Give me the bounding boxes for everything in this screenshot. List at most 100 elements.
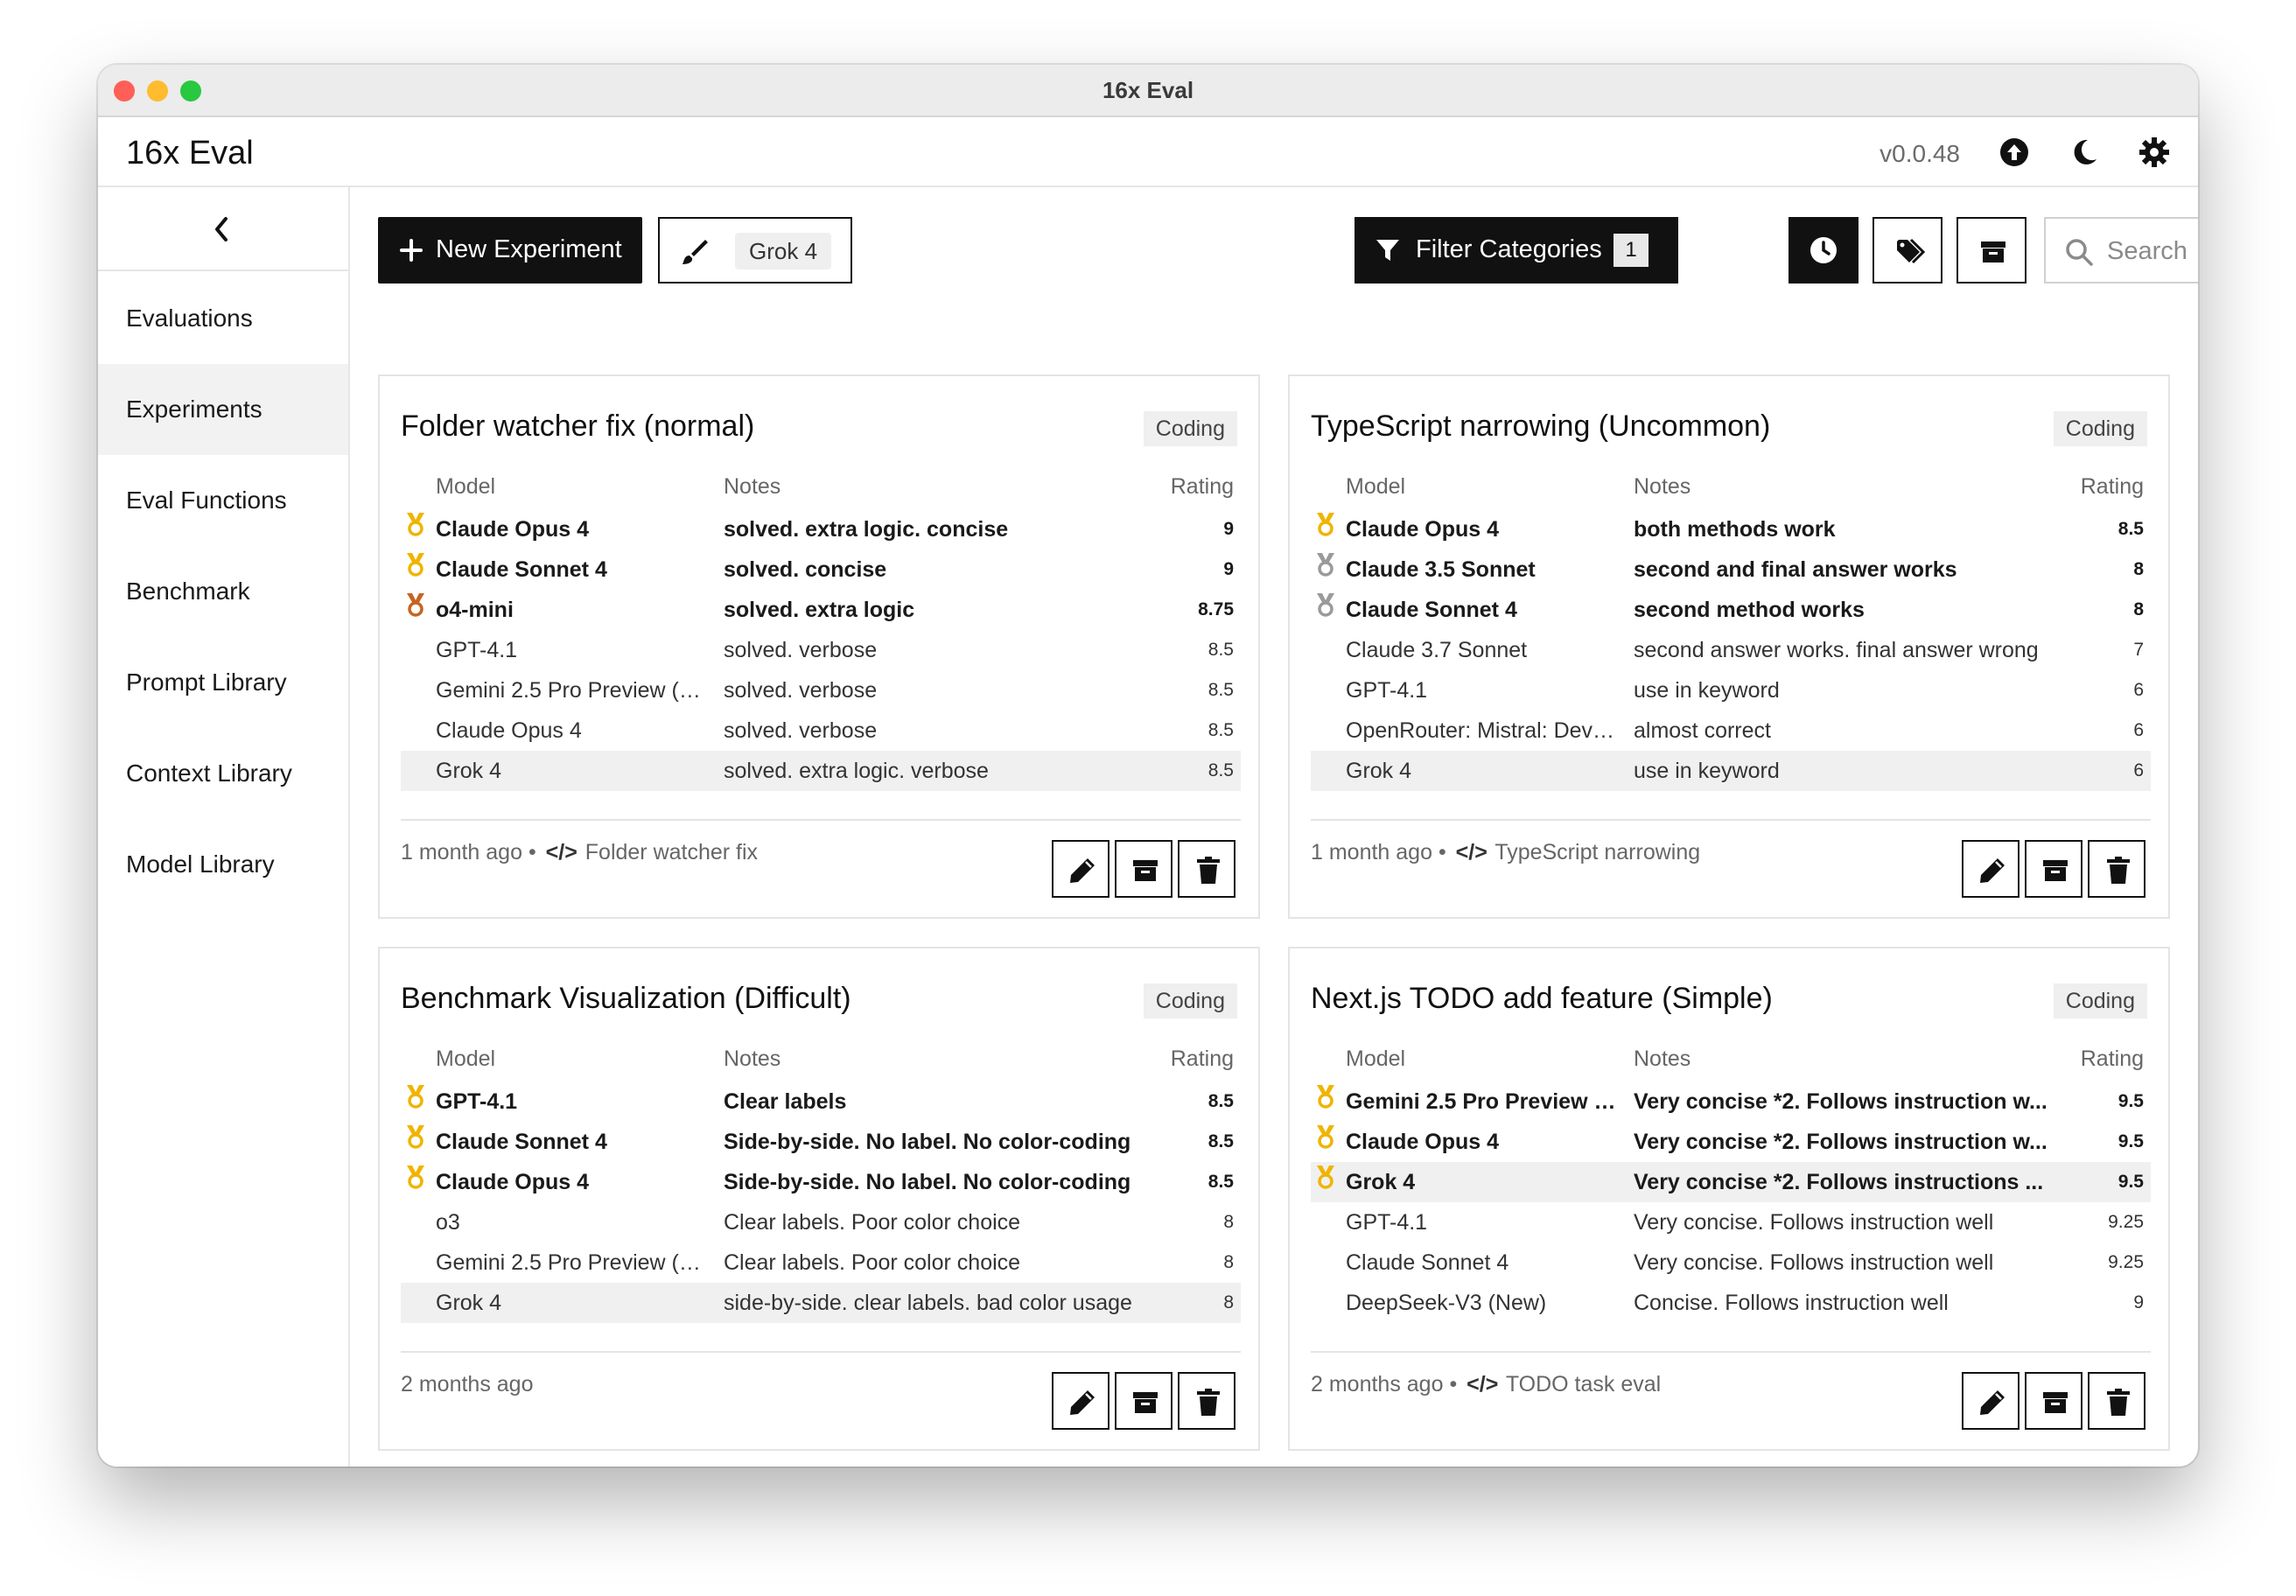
sidebar-item-context-library[interactable]: Context Library (98, 728, 348, 819)
row-rating: 8.5 (1208, 1131, 1234, 1152)
column-header-model: Model (436, 474, 496, 499)
row-notes: Side-by-side. No label. No color-coding (724, 1130, 1131, 1154)
main-content: New Experiment Grok 4 Filter Categories … (350, 187, 2198, 1466)
row-notes: Clear labels (724, 1089, 847, 1114)
table-header: Model Notes Rating (1311, 474, 2151, 509)
edit-button[interactable] (1962, 1372, 2020, 1430)
table-row: Claude Sonnet 4 Side-by-side. No label. N… (401, 1122, 1241, 1162)
row-notes: Very concise *2. Follows instructions ..… (1634, 1170, 2044, 1194)
experiment-card[interactable]: Benchmark Visualization (Difficult) Codin… (378, 947, 1260, 1451)
row-model: Grok 4 (436, 1291, 502, 1315)
tags-button[interactable] (1872, 217, 1942, 284)
gear-icon[interactable] (2138, 136, 2170, 168)
row-rating: 9.5 (2118, 1172, 2144, 1192)
upload-icon[interactable] (1998, 136, 2030, 168)
column-header-rating: Rating (1170, 474, 1234, 499)
experiment-card[interactable]: TypeScript narrowing (Uncommon) Coding Mod… (1288, 374, 2170, 919)
delete-button[interactable] (2088, 1372, 2146, 1430)
moon-icon[interactable] (2068, 136, 2100, 168)
code-icon: </> (1466, 1372, 1499, 1396)
sidebar-item-prompt-library[interactable]: Prompt Library (98, 637, 348, 728)
row-rating: 9 (2133, 1292, 2144, 1312)
delete-button[interactable] (1178, 840, 1236, 898)
archive-button[interactable] (2025, 840, 2082, 898)
search-box[interactable] (2044, 217, 2198, 284)
table-row: GPT-4.1 Clear labels 8.5 (401, 1082, 1241, 1122)
archived-button[interactable] (1956, 217, 2026, 284)
row-notes: solved. concise (724, 557, 887, 582)
column-header-rating: Rating (1170, 1046, 1234, 1071)
category-tag: Coding (1143, 984, 1237, 1018)
archive-button[interactable] (2025, 1372, 2082, 1430)
card-divider (401, 819, 1241, 821)
card-context[interactable]: Folder watcher fix (585, 840, 758, 864)
sidebar-item-model-library[interactable]: Model Library (98, 819, 348, 910)
gold-medal-icon (404, 550, 427, 577)
row-model: Claude Opus 4 (1346, 1130, 1500, 1154)
table-row: Claude Sonnet 4 second method works 8 (1311, 590, 2151, 630)
card-separator: • (1443, 1372, 1464, 1396)
row-rating: 8 (1223, 1292, 1234, 1312)
row-notes: Very concise *2. Follows instruction w..… (1634, 1130, 2048, 1154)
sort-by-time-button[interactable] (1788, 217, 1858, 284)
table-row: DeepSeek-V3 (New) Concise. Follows instru… (1311, 1283, 2151, 1323)
row-model: Grok 4 (1346, 759, 1412, 783)
search-input[interactable] (2107, 231, 2198, 271)
card-context[interactable]: TypeScript narrowing (1494, 840, 1700, 864)
gold-medal-icon (1314, 1162, 1337, 1189)
row-model: Gemini 2.5 Pro Preview (0... (436, 678, 707, 703)
table-row: Gemini 2.5 Pro Preview (... Very concise … (1311, 1082, 2151, 1122)
row-notes: Very concise. Follows instruction well (1634, 1250, 1994, 1275)
row-rating: 9.5 (2118, 1091, 2144, 1111)
column-header-model: Model (1346, 474, 1406, 499)
experiment-card[interactable]: Next.js TODO add feature (Simple) Coding M… (1288, 947, 2170, 1451)
experiment-card[interactable]: Folder watcher fix (normal) Coding Model No… (378, 374, 1260, 919)
clock-icon (1810, 237, 1837, 263)
row-rating: 8.5 (1208, 1172, 1234, 1192)
table-row: Grok 4 use in keyword 6 (1311, 751, 2151, 791)
edit-button[interactable] (1052, 1372, 1110, 1430)
row-rating: 8 (1223, 1212, 1234, 1232)
delete-button[interactable] (2088, 840, 2146, 898)
card-context[interactable]: TODO task eval (1506, 1372, 1661, 1396)
row-rating: 8.5 (1208, 1091, 1234, 1111)
row-notes: use in keyword (1634, 678, 1780, 703)
row-notes: both methods work (1634, 517, 1836, 542)
edit-button[interactable] (1052, 840, 1110, 898)
row-model: Claude Opus 4 (436, 718, 582, 743)
filter-icon (1376, 240, 1399, 261)
collapse-sidebar-button[interactable] (98, 187, 348, 271)
table-row: Grok 4 solved. extra logic. verbose 8.5 (401, 751, 1241, 791)
sidebar-item-eval-functions[interactable]: Eval Functions (98, 455, 348, 546)
column-header-model: Model (1346, 1046, 1406, 1071)
row-notes: solved. extra logic. concise (724, 517, 1009, 542)
row-rating: 8.5 (1208, 760, 1234, 780)
row-rating: 8.5 (1208, 640, 1234, 660)
brush-icon (682, 240, 708, 264)
sidebar-item-experiments[interactable]: Experiments (98, 364, 348, 455)
card-footer: 1 month ago • </> Folder watcher fix (401, 840, 758, 865)
filter-categories-button[interactable]: Filter Categories 1 (1354, 217, 1678, 284)
highlight-model-button[interactable]: Grok 4 (658, 217, 852, 284)
row-model: GPT-4.1 (1346, 1210, 1428, 1235)
row-notes: Concise. Follows instruction well (1634, 1291, 1949, 1315)
edit-button[interactable] (1962, 840, 2020, 898)
sidebar-item-benchmark[interactable]: Benchmark (98, 546, 348, 637)
table-row: Gemini 2.5 Pro Preview (0... solved. verb… (401, 670, 1241, 710)
card-divider (1311, 819, 2151, 821)
table-row: Claude 3.7 Sonnet second answer works. fi… (1311, 630, 2151, 670)
table-row: Claude Sonnet 4 Very concise. Follows ins… (1311, 1242, 2151, 1283)
column-header-notes: Notes (724, 1046, 781, 1071)
category-tag: Coding (2053, 984, 2147, 1018)
archive-button[interactable] (1115, 840, 1172, 898)
sidebar-item-evaluations[interactable]: Evaluations (98, 273, 348, 364)
row-notes: solved. extra logic (724, 598, 915, 622)
new-experiment-button[interactable]: New Experiment (378, 217, 642, 284)
archive-button[interactable] (1115, 1372, 1172, 1430)
gold-medal-icon (404, 1162, 427, 1189)
row-notes: Very concise *2. Follows instruction w..… (1634, 1089, 2048, 1114)
column-header-notes: Notes (1634, 474, 1691, 499)
delete-button[interactable] (1178, 1372, 1236, 1430)
app-header: 16x Eval v0.0.48 (98, 117, 2198, 187)
row-model: Claude Opus 4 (1346, 517, 1500, 542)
